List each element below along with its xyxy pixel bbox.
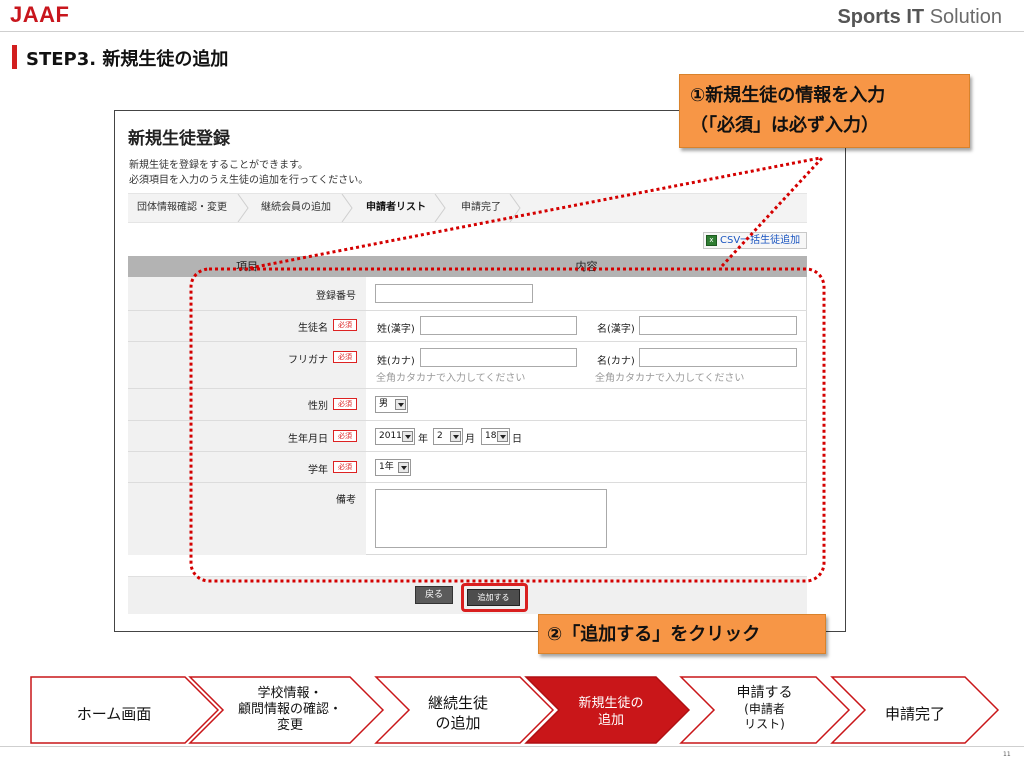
flow-step-complete: 申請完了 xyxy=(884,705,945,723)
footer-divider xyxy=(0,746,1024,747)
flow-step-school-info-line2: 顧問情報の確認・ xyxy=(237,702,342,717)
flow-step-new-student: 新規生徒の 追加 xyxy=(556,695,666,729)
flow-step-apply: 申請する (申請者 リスト) xyxy=(712,684,817,732)
page-number: 11 xyxy=(1003,751,1011,758)
flow-step-school-info-line1: 学校情報・ xyxy=(257,686,323,701)
flow-step-apply-line3: リスト) xyxy=(744,717,785,731)
flow-step-continuing-line2: の追加 xyxy=(435,714,481,732)
flow-step-new-student-line2: 追加 xyxy=(597,713,624,728)
flow-step-apply-line1: 申請する xyxy=(736,685,793,701)
callout-click-add: ②「追加する」をクリック xyxy=(538,614,826,654)
flow-step-school-info: 学校情報・ 顧問情報の確認・ 変更 xyxy=(215,686,365,734)
flow-step-continuing-line1: 継続生徒 xyxy=(427,694,488,712)
callout-enter-info: ①新規生徒の情報を入力 （「必須」は必ず入力） xyxy=(679,74,970,148)
flow-step-continuing: 継続生徒 の追加 xyxy=(403,693,513,733)
input-area-dotted-outline xyxy=(189,267,826,583)
flow-step-school-info-line3: 変更 xyxy=(276,718,303,733)
flow-step-apply-line2: (申請者 xyxy=(744,702,785,716)
flow-step-home: ホーム画面 xyxy=(76,705,152,723)
callout-enter-info-line1: ①新規生徒の情報を入力 xyxy=(690,85,886,106)
callout-pointer-line-right xyxy=(720,156,824,268)
callout-enter-info-line2: （「必須」は必ず入力） xyxy=(690,115,879,136)
flow-step-new-student-line1: 新規生徒の xyxy=(578,696,644,711)
